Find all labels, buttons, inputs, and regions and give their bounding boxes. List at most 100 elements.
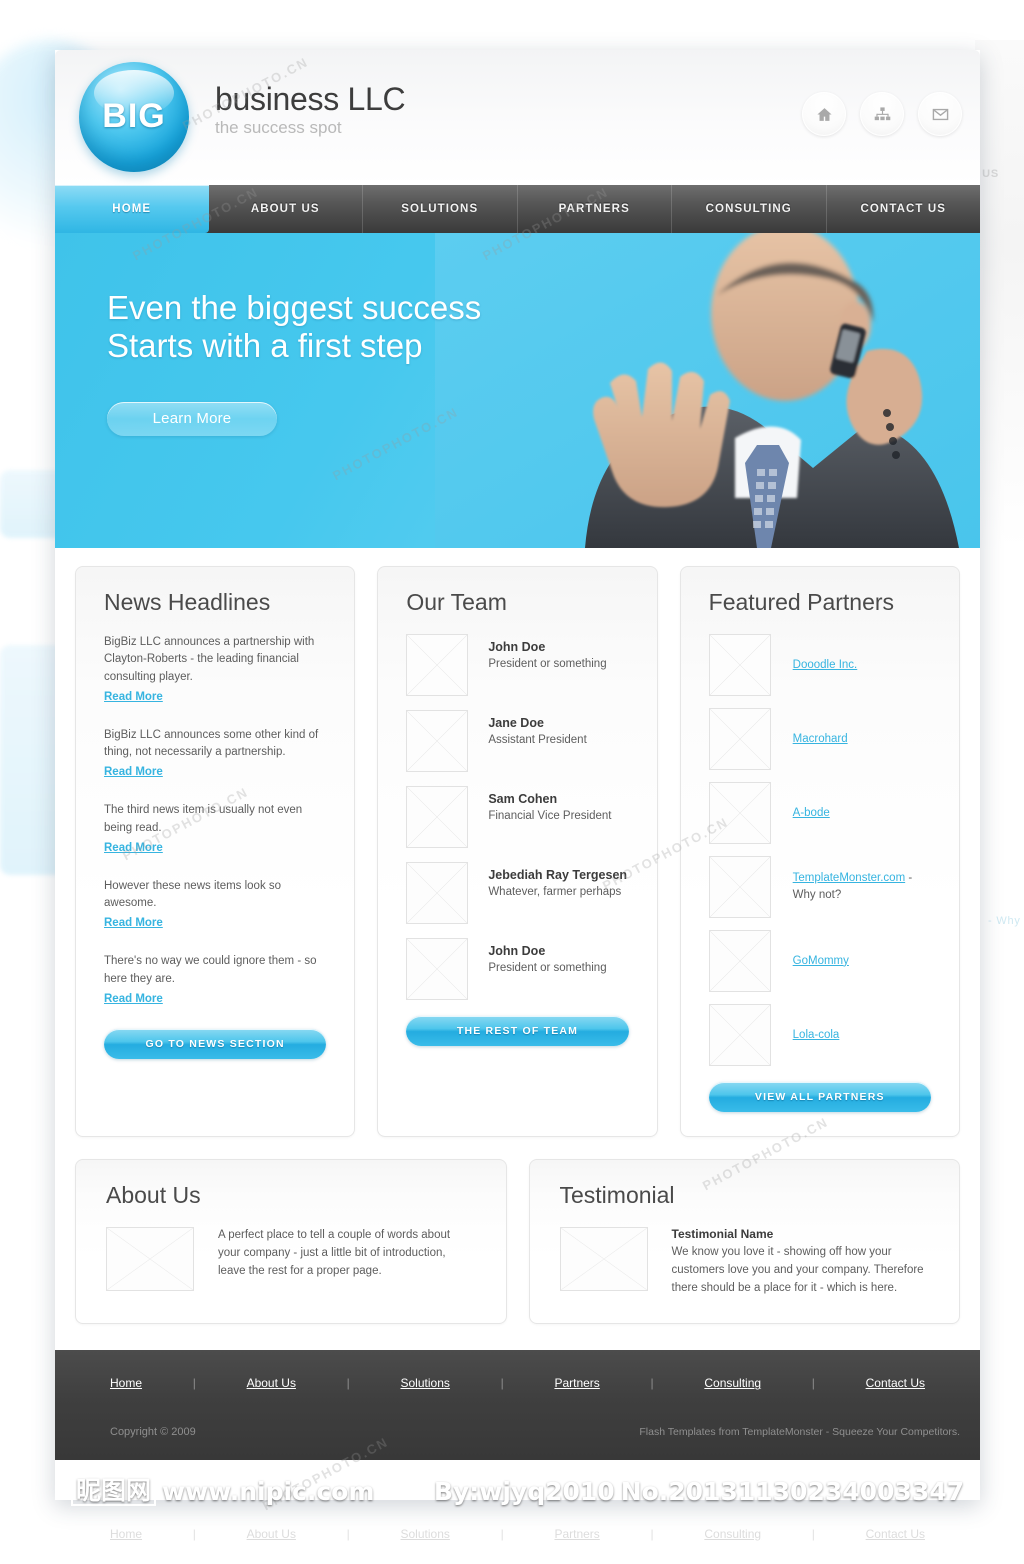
testimonial-text: We know you love it - showing off how yo… [671,1246,924,1294]
view-all-partners-button[interactable]: VIEW ALL PARTNERS [708,1082,931,1112]
team-title: Our Team [406,589,507,615]
nav-item-consulting[interactable]: CONSULTING [672,185,827,233]
ghost-footer-separator: | [811,1527,815,1541]
partner-link[interactable]: GoMommy [793,955,849,967]
footer-link-about-us[interactable]: About Us [247,1376,296,1390]
nav-item-solutions[interactable]: SOLUTIONS [363,185,518,233]
partners-card: Featured Partners Dooodle Inc. Macrohard [679,566,960,1137]
member-name: Jebediah Ray Tergesen [488,868,628,882]
nipic-watermark-bar: 昵图网 www.nipic.com By:wjyq2010 No.2013113… [55,1468,980,1514]
member-meta: Jebediah Ray Tergesen Whatever, farmer p… [488,862,627,898]
footer-link-contact-us[interactable]: Contact Us [866,1376,925,1390]
go-to-news-section-button[interactable]: GO TO NEWS SECTION [104,1028,327,1059]
footer-separator: | [650,1376,654,1391]
nav-item-about-us[interactable]: ABOUT US [209,185,363,233]
footer-link-solutions[interactable]: Solutions [401,1376,450,1390]
member-photo-placeholder [406,786,469,848]
news-read-more-link[interactable]: Read More [104,993,163,1005]
nav-item-contact-us[interactable]: CONTACT US [827,185,981,233]
partner-link[interactable]: Lola-cola [793,1029,840,1041]
home-icon[interactable] [802,92,846,136]
partner-label: Dooodle Inc. [793,657,858,674]
testimonial-row: Testimonial Name We know you love it - s… [559,1227,930,1297]
mail-icon[interactable] [918,92,962,136]
ghost-footer-link-partners: Partners [554,1527,600,1541]
nav-item-home[interactable]: HOME [55,185,209,233]
partner-link[interactable]: Dooodle Inc. [793,659,858,671]
rest-of-team-button[interactable]: THE REST OF TEAM [406,1016,629,1046]
news-item: However these news items look so awesome… [104,878,326,932]
news-read-more-link[interactable]: Read More [104,917,163,929]
footer-nav: Home | About Us | Solutions | Partners |… [55,1350,980,1390]
team-member-row: John Doe President or something [406,634,628,696]
brand-block: business LLC the success spot [215,81,406,136]
news-read-more-link[interactable]: Read More [104,842,163,854]
member-photo-placeholder [406,710,469,772]
footer-separator: | [811,1376,815,1391]
hero-photo [435,233,980,548]
footer-separator: | [500,1376,504,1391]
about-image-placeholder [106,1227,194,1291]
about-title: About Us [106,1182,201,1208]
news-item: There's no way we could ignore them - so… [104,953,326,1007]
nipic-number: No.20131130234003347 [620,1476,964,1506]
footer-link-consulting[interactable]: Consulting [704,1376,761,1390]
nav-item-partners[interactable]: PARTNERS [518,185,672,233]
news-read-more-link[interactable]: Read More [104,691,163,703]
team-member-row: Sam Cohen Financial Vice President [406,786,628,848]
ghost-footer-separator: | [650,1527,654,1541]
member-name: Jane Doe [488,716,544,730]
site-header: BIG business LLC the success spot [55,50,980,185]
member-role: Assistant President [488,734,587,746]
member-role: Financial Vice President [488,810,612,822]
testimonial-body: Testimonial Name We know you love it - s… [672,1227,930,1297]
member-name: John Doe [488,640,546,654]
partner-label: TemplateMonster.com - Why not? [793,870,931,903]
ghost-right-panel [975,40,1024,550]
member-role: Whatever, farmer perhaps [488,886,622,898]
hero-line-2: Starts with a first step [107,327,423,365]
three-column-row: News Headlines BigBiz LLC announces a pa… [55,566,980,1137]
ghost-footer-nav: Home | About Us | Solutions | Partners |… [55,1514,980,1554]
nipic-author-block: By:wjyq2010 No.20131130234003347 [434,1477,964,1506]
hero-banner: Even the biggest success Starts with a f… [55,233,980,548]
site-footer: Home | About Us | Solutions | Partners |… [55,1350,980,1461]
news-text: However these news items look so awesome… [104,879,282,909]
site-frame: BIG business LLC the success spot HOME A… [55,50,980,1500]
sitemap-icon[interactable] [860,92,904,136]
partner-label: A-bode [793,805,830,822]
partner-link[interactable]: TemplateMonster.com [793,872,906,884]
testimonial-card: Testimonial Testimonial Name We know you… [528,1159,960,1325]
partner-row: Dooodle Inc. [708,634,931,696]
partner-logo-placeholder [708,782,771,844]
partners-title: Featured Partners [708,589,895,615]
bottom-row: About Us A perfect place to tell a coupl… [55,1137,980,1350]
partner-label: Lola-cola [793,1027,840,1044]
partner-link[interactable]: Macrohard [793,733,848,745]
footer-link-partners[interactable]: Partners [554,1376,599,1390]
logo-text: BIG [102,96,166,135]
footer-link-home[interactable]: Home [110,1376,142,1390]
ghost-footer-link-home: Home [110,1527,143,1541]
partner-logo-placeholder [708,930,771,992]
nipic-cn-text: 昵图网 [71,1475,157,1507]
team-member-row: Jane Doe Assistant President [406,710,628,772]
team-member-row: Jebediah Ray Tergesen Whatever, farmer p… [406,862,628,924]
member-photo-placeholder [406,862,469,924]
member-meta: John Doe President or something [488,938,606,974]
ghost-footer-link-solutions: Solutions [400,1527,450,1541]
learn-more-button[interactable]: Learn More [107,401,277,436]
news-item: BigBiz LLC announces some other kind of … [104,727,326,781]
news-text: BigBiz LLC announces some other kind of … [104,728,319,758]
logo-badge[interactable]: BIG [79,62,189,172]
ghost-footer-separator: | [192,1527,196,1541]
ghost-footer-link-about-us: About Us [246,1527,296,1541]
news-read-more-link[interactable]: Read More [104,766,163,778]
partner-label: Macrohard [793,731,848,748]
partner-row: Lola-cola [708,1004,931,1066]
ghost-footer-link-contact-us: Contact Us [865,1527,925,1541]
about-card: About Us A perfect place to tell a coupl… [75,1159,507,1325]
member-meta: Sam Cohen Financial Vice President [488,786,611,822]
partner-link[interactable]: A-bode [793,807,830,819]
brand-name: business LLC [215,81,406,117]
